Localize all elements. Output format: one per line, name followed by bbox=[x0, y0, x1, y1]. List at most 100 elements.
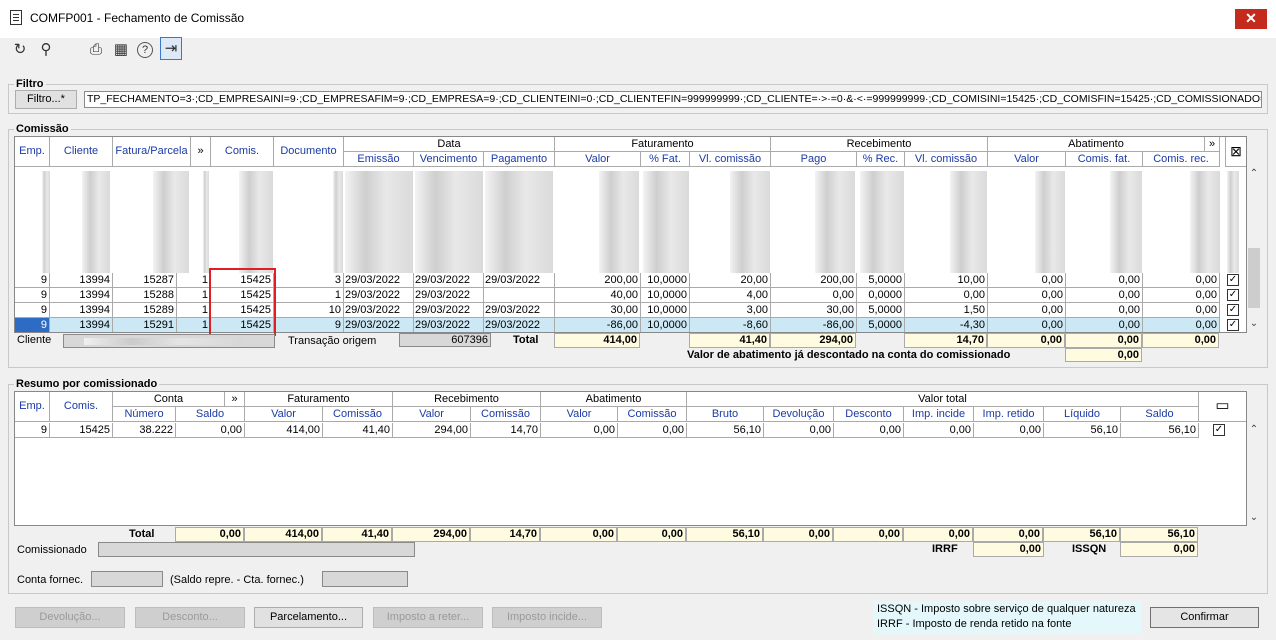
cell-pag[interactable] bbox=[484, 288, 555, 303]
resumo-cell-impretido[interactable]: 0,00 bbox=[974, 423, 1044, 438]
header-comis[interactable]: Comis. bbox=[211, 137, 274, 167]
row-checkbox[interactable]: ✓ bbox=[1227, 289, 1239, 301]
cell-pag[interactable]: 29/03/2022 bbox=[484, 318, 555, 332]
header-cliente[interactable]: Cliente bbox=[50, 137, 113, 167]
cell-vlcom[interactable]: 4,00 bbox=[690, 288, 771, 303]
cell-valor[interactable]: 30,00 bbox=[555, 303, 641, 318]
cell-doc[interactable]: 3 bbox=[274, 273, 344, 288]
close-icon[interactable]: ✕ bbox=[1235, 9, 1267, 29]
cell-doc[interactable]: 10 bbox=[274, 303, 344, 318]
cell-doc[interactable]: 1 bbox=[274, 288, 344, 303]
conta-fornec-field[interactable] bbox=[91, 571, 163, 587]
r-more-columns[interactable]: » bbox=[225, 392, 245, 407]
resumo-row-checkbox[interactable]: ✓ bbox=[1213, 424, 1225, 436]
header-prec[interactable]: % Rec. bbox=[857, 152, 905, 167]
r-header-saldo[interactable]: Saldo bbox=[176, 407, 245, 422]
cliente-field[interactable] bbox=[63, 334, 275, 348]
help-icon[interactable]: ? bbox=[137, 42, 153, 58]
scroll-up-icon[interactable]: ⌃ bbox=[1248, 168, 1260, 179]
cell-emp[interactable]: 9 bbox=[15, 288, 50, 303]
r-header-liquido[interactable]: Líquido bbox=[1044, 407, 1121, 422]
header-comis-rec[interactable]: Comis. rec. bbox=[1143, 152, 1220, 167]
r-header-rcom[interactable]: Comissão bbox=[471, 407, 541, 422]
cell-comisfat[interactable]: 0,00 bbox=[1066, 303, 1143, 318]
header-pago[interactable]: Pago bbox=[771, 152, 857, 167]
cell-comisrec[interactable]: 0,00 bbox=[1143, 303, 1220, 318]
cell-fatura[interactable]: 15287 bbox=[113, 273, 177, 288]
r-scroll-up-icon[interactable]: ⌃ bbox=[1248, 424, 1260, 436]
cell-prec[interactable]: 5,0000 bbox=[857, 318, 905, 332]
print-icon[interactable]: ⎙ bbox=[86, 40, 106, 60]
cell-prec[interactable]: 5,0000 bbox=[857, 303, 905, 318]
more-columns-right[interactable]: » bbox=[1205, 137, 1220, 152]
cell-fatura[interactable]: 15289 bbox=[113, 303, 177, 318]
r-header-rvalor[interactable]: Valor bbox=[393, 407, 471, 422]
cell-venc[interactable]: 29/03/2022 bbox=[414, 303, 484, 318]
resumo-cell-saldo[interactable]: 0,00 bbox=[176, 423, 245, 438]
header-valor[interactable]: Valor bbox=[555, 152, 641, 167]
devolucao-button[interactable]: Devolução... bbox=[15, 607, 125, 628]
row-checkbox[interactable]: ✓ bbox=[1227, 319, 1239, 331]
filter-expression[interactable]: TP_FECHAMENTO=3·;CD_EMPRESAINI=9·;CD_EMP… bbox=[84, 91, 1262, 108]
resumo-cell-avalor[interactable]: 0,00 bbox=[541, 423, 618, 438]
r-scroll-down-icon[interactable]: ⌄ bbox=[1248, 512, 1260, 524]
resumo-cell-emp[interactable]: 9 bbox=[15, 423, 50, 438]
cell-vlcom2[interactable]: -4,30 bbox=[905, 318, 988, 332]
resumo-cell-desconto[interactable]: 0,00 bbox=[834, 423, 904, 438]
header-emp[interactable]: Emp. bbox=[15, 137, 50, 167]
cell-comisfat[interactable]: 0,00 bbox=[1066, 318, 1143, 332]
r-header-acom[interactable]: Comissão bbox=[618, 407, 687, 422]
resumo-cell-fcom[interactable]: 41,40 bbox=[323, 423, 393, 438]
imposto-incide-button[interactable]: Imposto incide... bbox=[492, 607, 602, 628]
header-ab-valor[interactable]: Valor bbox=[988, 152, 1066, 167]
cell-comisfat[interactable]: 0,00 bbox=[1066, 273, 1143, 288]
cell-venc[interactable]: 29/03/2022 bbox=[414, 273, 484, 288]
cell-cliente[interactable]: 13994 bbox=[50, 318, 113, 332]
r-header-numero[interactable]: Número bbox=[113, 407, 176, 422]
resumo-cell-impincide[interactable]: 0,00 bbox=[904, 423, 974, 438]
cell-comisrec[interactable]: 0,00 bbox=[1143, 273, 1220, 288]
desconto-button[interactable]: Desconto... bbox=[135, 607, 245, 628]
cell-comisfat[interactable]: 0,00 bbox=[1066, 288, 1143, 303]
cell-fatura[interactable]: 15291 bbox=[113, 318, 177, 332]
cell-abvalor[interactable]: 0,00 bbox=[988, 273, 1066, 288]
cell-prec[interactable]: 0,0000 bbox=[857, 288, 905, 303]
header-vencimento[interactable]: Vencimento bbox=[414, 152, 484, 167]
r-header-impincide[interactable]: Imp. incide bbox=[904, 407, 974, 422]
header-fatura[interactable]: Fatura/Parcela bbox=[113, 137, 191, 167]
confirmar-button[interactable]: Confirmar bbox=[1150, 607, 1259, 628]
r-select-icon[interactable]: ▭ bbox=[1199, 392, 1246, 422]
cell-pag[interactable]: 29/03/2022 bbox=[484, 273, 555, 288]
r-header-desconto[interactable]: Desconto bbox=[834, 407, 904, 422]
cell-pfat[interactable]: 10,0000 bbox=[641, 273, 690, 288]
resumo-cell-bruto[interactable]: 56,10 bbox=[687, 423, 764, 438]
resumo-cell-rcom[interactable]: 14,70 bbox=[471, 423, 541, 438]
cell-emissao[interactable]: 29/03/2022 bbox=[344, 318, 414, 332]
resumo-cell-vsaldo[interactable]: 56,10 bbox=[1121, 423, 1199, 438]
scrollbar-thumb[interactable] bbox=[1248, 248, 1260, 308]
resumo-cell-fvalor[interactable]: 414,00 bbox=[245, 423, 323, 438]
cell-pago[interactable]: 0,00 bbox=[771, 288, 857, 303]
header-vl-comissao-rec[interactable]: Vl. comissão bbox=[905, 152, 988, 167]
imposto-reter-button[interactable]: Imposto a reter... bbox=[373, 607, 483, 628]
cell-valor[interactable]: -86,00 bbox=[555, 318, 641, 332]
r-header-bruto[interactable]: Bruto bbox=[687, 407, 764, 422]
cell-doc[interactable]: 9 bbox=[274, 318, 344, 332]
header-comis-fat[interactable]: Comis. fat. bbox=[1066, 152, 1143, 167]
cell-vlcom[interactable]: -8,60 bbox=[690, 318, 771, 332]
cell-valor[interactable]: 200,00 bbox=[555, 273, 641, 288]
cell-comisrec[interactable]: 0,00 bbox=[1143, 288, 1220, 303]
cell-valor[interactable]: 40,00 bbox=[555, 288, 641, 303]
select-all-icon[interactable]: ⊠ bbox=[1225, 137, 1246, 167]
cell-vlcom2[interactable]: 10,00 bbox=[905, 273, 988, 288]
refresh-icon[interactable]: ↻ bbox=[10, 40, 30, 60]
r-header-comis[interactable]: Comis. bbox=[50, 392, 113, 422]
r-header-fcom[interactable]: Comissão bbox=[323, 407, 393, 422]
cell-venc[interactable]: 29/03/2022 bbox=[414, 318, 484, 332]
search-icon[interactable]: ⚲ bbox=[36, 40, 56, 60]
resumo-cell-comis[interactable]: 15425 bbox=[50, 423, 113, 438]
resumo-cell-rvalor[interactable]: 294,00 bbox=[393, 423, 471, 438]
r-header-avalor[interactable]: Valor bbox=[541, 407, 618, 422]
filter-button[interactable]: Filtro...* bbox=[15, 90, 77, 109]
cell-prec[interactable]: 5,0000 bbox=[857, 273, 905, 288]
